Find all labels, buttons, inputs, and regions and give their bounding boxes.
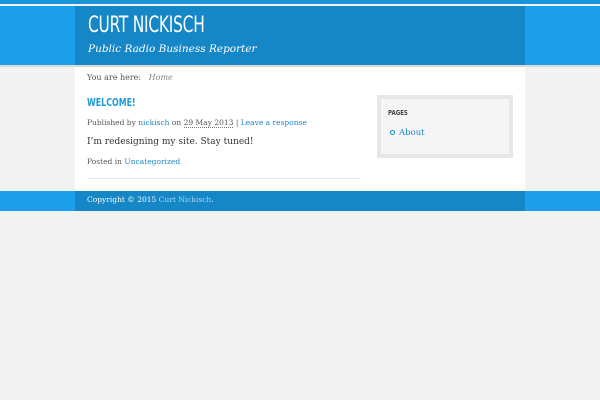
leave-response-link[interactable]: Leave a response	[241, 118, 307, 127]
post-divider	[87, 178, 361, 179]
breadcrumb-prefix: You are here:	[87, 73, 142, 82]
post-category-line: Posted in Uncategorized	[87, 157, 180, 166]
post-date: 29 May 2013	[183, 118, 234, 128]
post-title[interactable]: Welcome!	[87, 96, 136, 109]
footer-period: .	[211, 195, 214, 204]
posted-in-label: Posted in	[87, 157, 122, 166]
widget-title: PAGES	[388, 109, 408, 117]
copyright-label: Copyright © 2015	[87, 195, 157, 204]
main-container: You are here: Home Welcome! Published by…	[75, 67, 525, 191]
breadcrumb-current: Home	[148, 73, 173, 82]
meta-on-label: on	[171, 118, 182, 127]
top-strip	[0, 0, 600, 4]
footer-band: Copyright © 2015 Curt Nickisch.	[0, 191, 600, 211]
footer-copyright: Copyright © 2015 Curt Nickisch.	[87, 195, 214, 204]
post-meta: Published by nickisch on 29 May 2013 | L…	[87, 118, 307, 128]
pages-widget: PAGES About	[377, 95, 513, 158]
breadcrumb: You are here: Home	[87, 73, 173, 82]
site-description: Public Radio Business Reporter	[88, 43, 257, 55]
category-link[interactable]: Uncategorized	[124, 157, 180, 166]
meta-published-label: Published by	[87, 118, 136, 127]
site-footer: Copyright © 2015 Curt Nickisch.	[75, 191, 525, 211]
post-body: I’m redesigning my site. Stay tuned!	[87, 137, 254, 147]
post-author-link[interactable]: nickisch	[138, 118, 169, 127]
pages-widget-body: PAGES About	[381, 99, 509, 154]
site-header: CURT NICKISCH Public Radio Business Repo…	[75, 6, 525, 65]
footer-owner-link[interactable]: Curt Nickisch	[159, 195, 212, 204]
meta-separator: |	[235, 118, 239, 127]
circle-bullet-icon	[390, 130, 395, 135]
sidebar-item-about[interactable]: About	[390, 128, 425, 138]
sidebar-item-label: About	[399, 128, 425, 138]
site-title[interactable]: CURT NICKISCH	[88, 13, 205, 38]
